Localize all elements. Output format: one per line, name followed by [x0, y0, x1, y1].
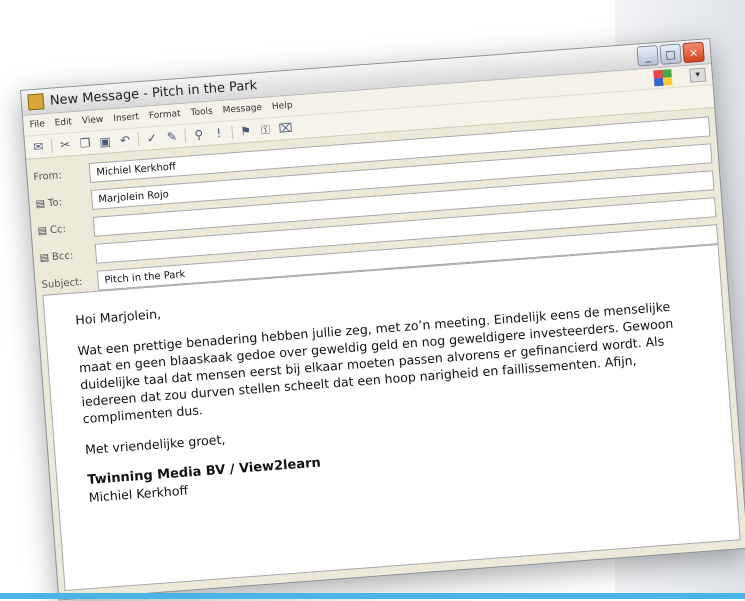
address-book-icon: ▤ [39, 251, 50, 264]
cc-label: Cc: [49, 223, 67, 236]
address-book-icon: ▤ [37, 224, 48, 237]
menu-file[interactable]: File [29, 119, 45, 130]
menu-help[interactable]: Help [272, 101, 293, 113]
menu-view[interactable]: View [82, 115, 104, 127]
send-icon[interactable]: ✉ [31, 139, 46, 154]
menu-message[interactable]: Message [222, 103, 262, 116]
subject-label: Subject: [41, 276, 83, 291]
toolbar-separator [50, 138, 53, 153]
bottom-accent-line [0, 593, 745, 599]
to-label: To: [47, 196, 63, 209]
app-icon [27, 93, 45, 111]
message-window: New Message - Pitch in the Park _ □ × Fi… [20, 38, 745, 601]
copy-icon[interactable]: ❐ [78, 136, 93, 151]
offline-icon[interactable]: ⌧ [278, 121, 293, 136]
attach-icon[interactable]: ⚲ [191, 127, 206, 142]
spelling-icon[interactable]: ✎ [164, 129, 179, 144]
encrypt-icon[interactable]: ⚿ [258, 122, 273, 138]
paste-icon[interactable]: ▣ [98, 134, 113, 149]
priority-icon[interactable]: ! [211, 126, 226, 141]
minimize-button[interactable]: _ [636, 45, 659, 67]
cc-label-wrap[interactable]: ▤ Cc: [37, 221, 94, 236]
toolbar-separator [184, 128, 187, 143]
chevron-down-icon[interactable]: ▾ [689, 67, 707, 83]
address-book-icon: ▤ [35, 197, 46, 210]
to-label-wrap[interactable]: ▤ To: [35, 194, 92, 210]
sign-icon[interactable]: ⚑ [238, 124, 253, 139]
toolbar-separator [231, 125, 234, 140]
close-button[interactable]: × [682, 41, 705, 64]
menu-tools[interactable]: Tools [190, 107, 213, 119]
undo-icon[interactable]: ↶ [118, 133, 133, 148]
menu-format[interactable]: Format [149, 109, 181, 121]
menu-edit[interactable]: Edit [54, 117, 72, 128]
cut-icon[interactable]: ✂ [58, 137, 73, 152]
menu-insert[interactable]: Insert [113, 112, 140, 124]
maximize-button[interactable]: □ [659, 43, 682, 65]
message-body[interactable]: Hoi Marjolein, Wat een prettige benaderi… [42, 244, 741, 592]
from-label: From: [33, 169, 63, 183]
bcc-label: Bcc: [51, 249, 74, 263]
window-controls: _ □ × [636, 41, 705, 67]
check-names-icon[interactable]: ✓ [144, 131, 159, 146]
windows-logo-icon [653, 69, 673, 87]
bcc-label-wrap[interactable]: ▤ Bcc: [39, 248, 96, 263]
toolbar-separator [137, 132, 140, 147]
